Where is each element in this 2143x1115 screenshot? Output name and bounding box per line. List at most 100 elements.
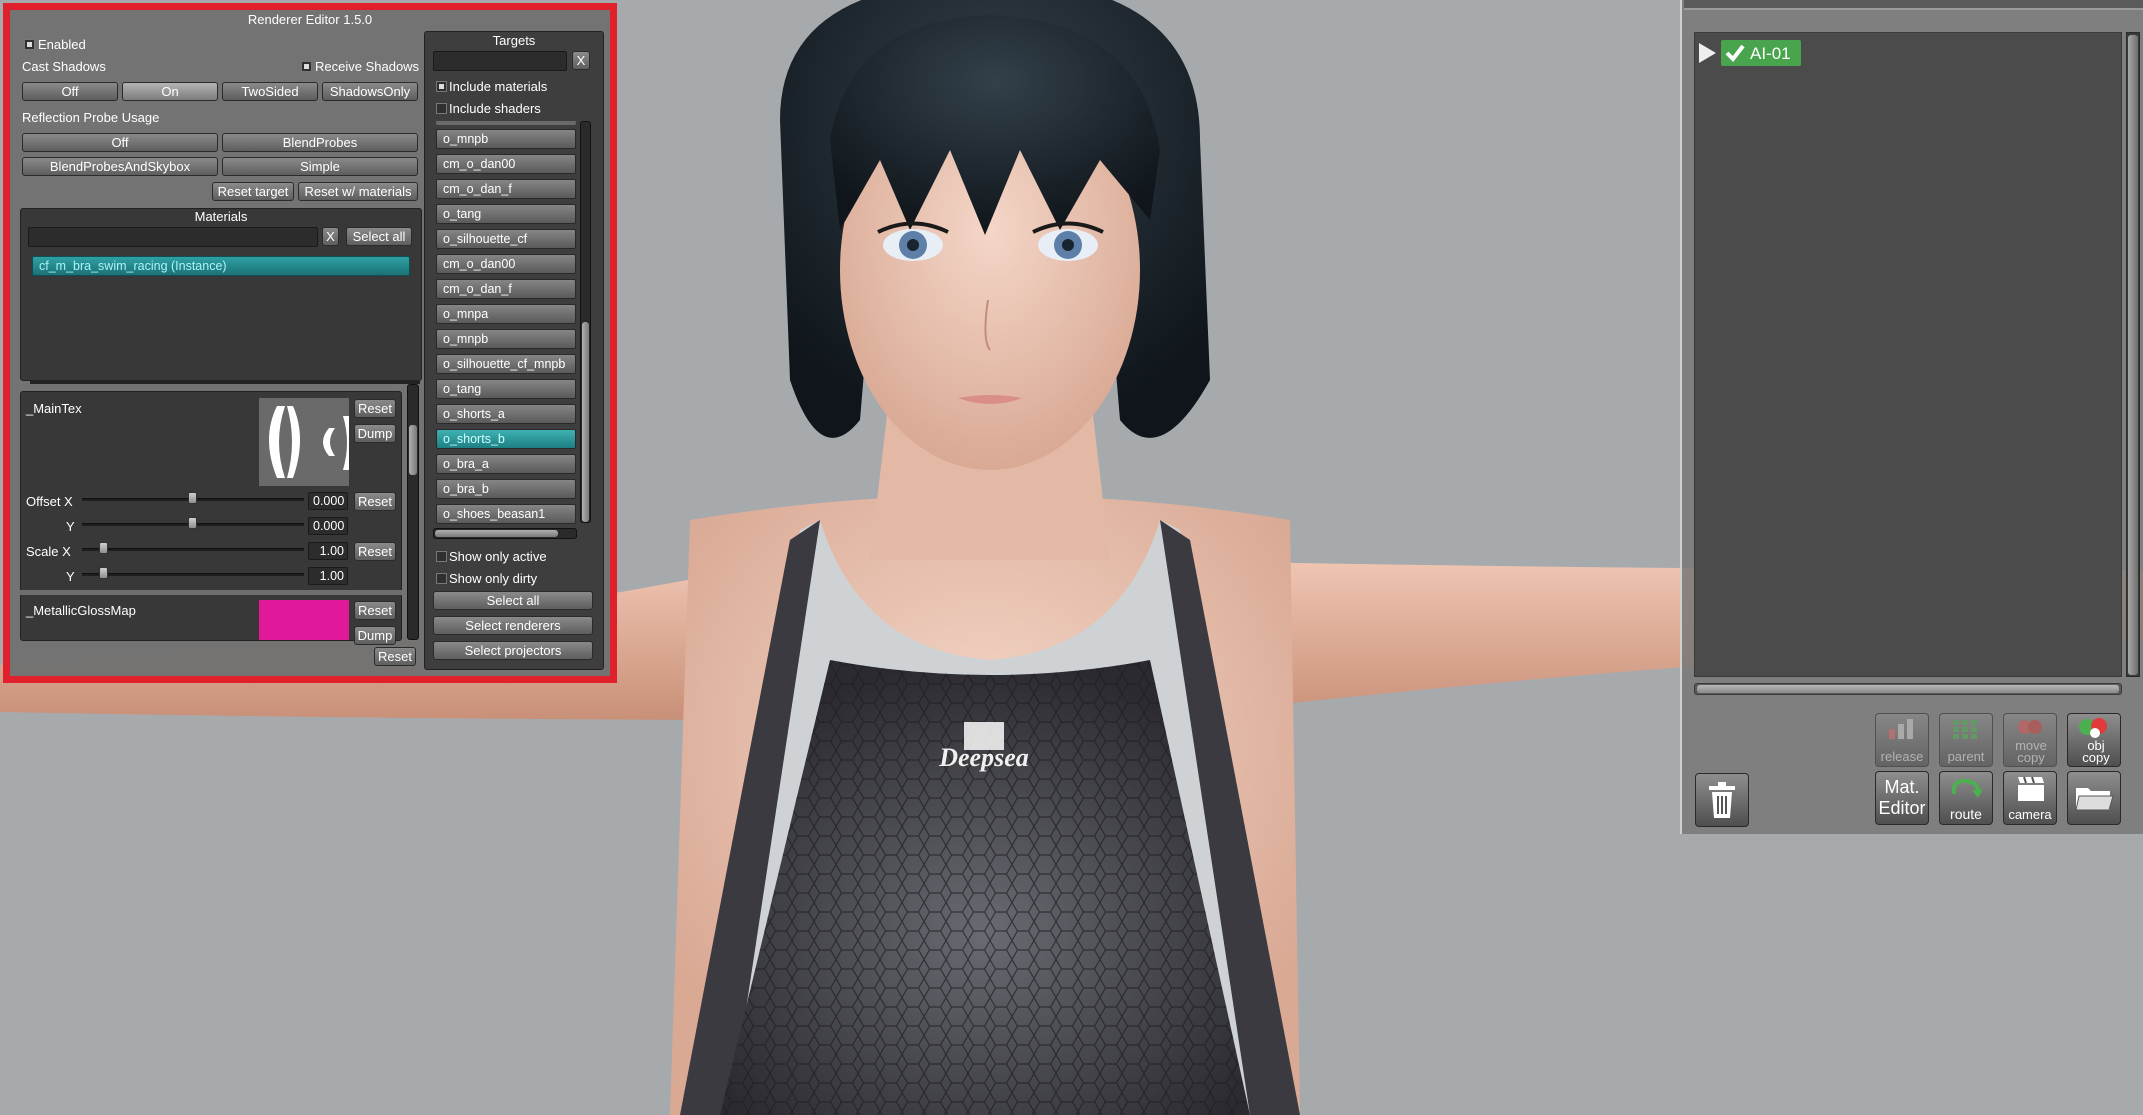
target-list-item[interactable]: o_shoes_beasan1 bbox=[436, 504, 576, 524]
cast-shadowsonly-button[interactable]: ShadowsOnly bbox=[322, 82, 418, 101]
target-list-item[interactable]: o_tang bbox=[436, 379, 576, 399]
show-only-active-checkbox[interactable] bbox=[436, 551, 447, 562]
cast-on-button[interactable]: On bbox=[122, 82, 218, 101]
trash-icon bbox=[1709, 782, 1735, 818]
target-list-item[interactable]: o_shorts_b bbox=[436, 429, 576, 449]
material-list-item[interactable]: cf_m_bra_swim_racing (Instance) bbox=[32, 256, 410, 276]
parent-label: parent bbox=[1947, 749, 1985, 764]
bottom-reset-button[interactable]: Reset bbox=[374, 647, 416, 666]
target-list-item[interactable]: o_silhouette_cf bbox=[436, 229, 576, 249]
open-folder-button[interactable] bbox=[2067, 771, 2121, 825]
scale-x-input[interactable]: 1.00 bbox=[308, 542, 348, 560]
metallic-reset-button[interactable]: Reset bbox=[354, 601, 396, 620]
receive-shadows-checkbox[interactable] bbox=[301, 61, 312, 72]
maintex-dump-button[interactable]: Dump bbox=[354, 424, 396, 443]
reset-target-button[interactable]: Reset target bbox=[212, 182, 294, 201]
reflection-simple-button[interactable]: Simple bbox=[222, 157, 418, 176]
target-list-item[interactable]: o_silhouette_cf_mnpb bbox=[436, 354, 576, 374]
target-list-item[interactable]: cm_o_dan00 bbox=[436, 254, 576, 274]
offset-x-label: Offset X bbox=[26, 494, 73, 509]
target-list-item[interactable]: o_tang bbox=[436, 204, 576, 224]
scale-reset-button[interactable]: Reset bbox=[354, 542, 396, 561]
offset-y-slider-thumb[interactable] bbox=[188, 517, 197, 529]
target-list-item[interactable]: o_bra_a bbox=[436, 454, 576, 474]
targets-select-all-button[interactable]: Select all bbox=[433, 591, 593, 610]
metallic-gloss-map-label: _MetallicGlossMap bbox=[26, 603, 136, 618]
scale-y-slider[interactable] bbox=[82, 573, 304, 576]
offset-y-input[interactable]: 0.000 bbox=[308, 517, 348, 535]
camera-button[interactable]: camera bbox=[2003, 771, 2057, 825]
metallic-dump-button[interactable]: Dump bbox=[354, 626, 396, 645]
properties-scrollbar-thumb[interactable] bbox=[409, 425, 417, 475]
move-copy-label: move copy bbox=[2015, 738, 2047, 765]
renderer-editor-title: Renderer Editor 1.5.0 bbox=[247, 12, 373, 27]
mat-editor-button[interactable]: Mat. Editor bbox=[1875, 771, 1929, 825]
target-list-item[interactable]: o_mnpb bbox=[436, 329, 576, 349]
maintex-preview[interactable] bbox=[259, 398, 349, 486]
route-icon bbox=[1951, 778, 1983, 798]
route-button[interactable]: route bbox=[1939, 771, 1993, 825]
select-renderers-button[interactable]: Select renderers bbox=[433, 616, 593, 635]
workspace-tree-scrollbar-thumb[interactable] bbox=[2128, 35, 2138, 675]
targets-search-input[interactable] bbox=[433, 51, 567, 71]
scale-y-input[interactable]: 1.00 bbox=[308, 567, 348, 585]
visibility-check-icon[interactable] bbox=[1724, 42, 1746, 64]
targets-scrollbar[interactable] bbox=[580, 121, 591, 523]
reflection-off-button[interactable]: Off bbox=[22, 133, 218, 152]
reflection-blendprobesandskybox-button[interactable]: BlendProbesAndSkybox bbox=[22, 157, 218, 176]
parent-button[interactable]: parent bbox=[1939, 713, 1993, 767]
target-list-item[interactable]: o_bra_b bbox=[436, 479, 576, 499]
workspace-tree-scrollbar[interactable] bbox=[2126, 32, 2140, 677]
delete-button[interactable] bbox=[1695, 773, 1749, 827]
tree-expand-arrow-icon[interactable] bbox=[1699, 43, 1716, 63]
targets-hscrollbar[interactable] bbox=[433, 528, 577, 539]
camera-label: camera bbox=[2008, 807, 2052, 822]
move-copy-icon bbox=[2018, 720, 2042, 734]
metallic-gloss-map-preview[interactable] bbox=[259, 600, 349, 640]
target-list-item[interactable]: cm_o_dan_f bbox=[436, 179, 576, 199]
workspace-tree bbox=[1694, 32, 2122, 677]
maintex-thumbnail-icon bbox=[269, 406, 349, 478]
reflection-probe-label: Reflection Probe Usage bbox=[22, 110, 160, 125]
offset-x-input[interactable]: 0.000 bbox=[308, 492, 348, 510]
include-materials-checkbox[interactable] bbox=[436, 81, 447, 92]
targets-hscrollbar-thumb[interactable] bbox=[435, 530, 558, 537]
scale-y-label: Y bbox=[66, 569, 75, 584]
show-only-dirty-label: Show only dirty bbox=[449, 571, 538, 586]
scale-x-slider-thumb[interactable] bbox=[99, 542, 109, 554]
obj-copy-button[interactable]: obj copy bbox=[2067, 713, 2121, 767]
tree-item-ai-01[interactable]: AI-01 bbox=[1721, 40, 1801, 66]
reset-with-materials-button[interactable]: Reset w/ materials bbox=[298, 182, 418, 201]
scale-x-slider[interactable] bbox=[82, 548, 304, 551]
enabled-checkbox[interactable] bbox=[24, 39, 35, 50]
show-only-dirty-checkbox[interactable] bbox=[436, 573, 447, 584]
target-list-item[interactable]: cm_o_dan_f bbox=[436, 279, 576, 299]
include-shaders-label: Include shaders bbox=[449, 101, 541, 116]
maintex-reset-button[interactable]: Reset bbox=[354, 399, 396, 418]
cast-shadows-label: Cast Shadows bbox=[22, 59, 106, 74]
properties-scrollbar[interactable] bbox=[407, 384, 419, 640]
cast-off-button[interactable]: Off bbox=[22, 82, 118, 101]
target-list-item[interactable]: o_mnpa bbox=[436, 304, 576, 324]
target-list-item[interactable]: cm_o_dan00 bbox=[436, 154, 576, 174]
receive-shadows-label: Receive Shadows bbox=[315, 59, 420, 74]
targets-scrollbar-thumb[interactable] bbox=[582, 322, 589, 522]
workspace-tree-hscrollbar[interactable] bbox=[1694, 683, 2122, 695]
release-button[interactable]: release bbox=[1875, 713, 1929, 767]
offset-reset-button[interactable]: Reset bbox=[354, 492, 396, 511]
targets-clear-button[interactable]: X bbox=[572, 51, 590, 70]
scale-y-slider-thumb[interactable] bbox=[99, 567, 109, 579]
target-list-item[interactable]: o_shorts_a bbox=[436, 404, 576, 424]
cast-twosided-button[interactable]: TwoSided bbox=[222, 82, 318, 101]
materials-clear-button[interactable]: X bbox=[322, 227, 339, 246]
workspace-tree-hscrollbar-thumb[interactable] bbox=[1697, 685, 2119, 693]
offset-x-slider-thumb[interactable] bbox=[188, 492, 197, 504]
include-shaders-checkbox[interactable] bbox=[436, 103, 447, 114]
reflection-blendprobes-button[interactable]: BlendProbes bbox=[222, 133, 418, 152]
materials-select-all-button[interactable]: Select all bbox=[346, 227, 412, 246]
target-list-item[interactable]: o_mnpb bbox=[436, 129, 576, 149]
move-copy-button[interactable]: move copy bbox=[2003, 713, 2057, 767]
materials-hscroll[interactable] bbox=[30, 380, 420, 384]
select-projectors-button[interactable]: Select projectors bbox=[433, 641, 593, 660]
materials-search-input[interactable] bbox=[28, 227, 318, 247]
